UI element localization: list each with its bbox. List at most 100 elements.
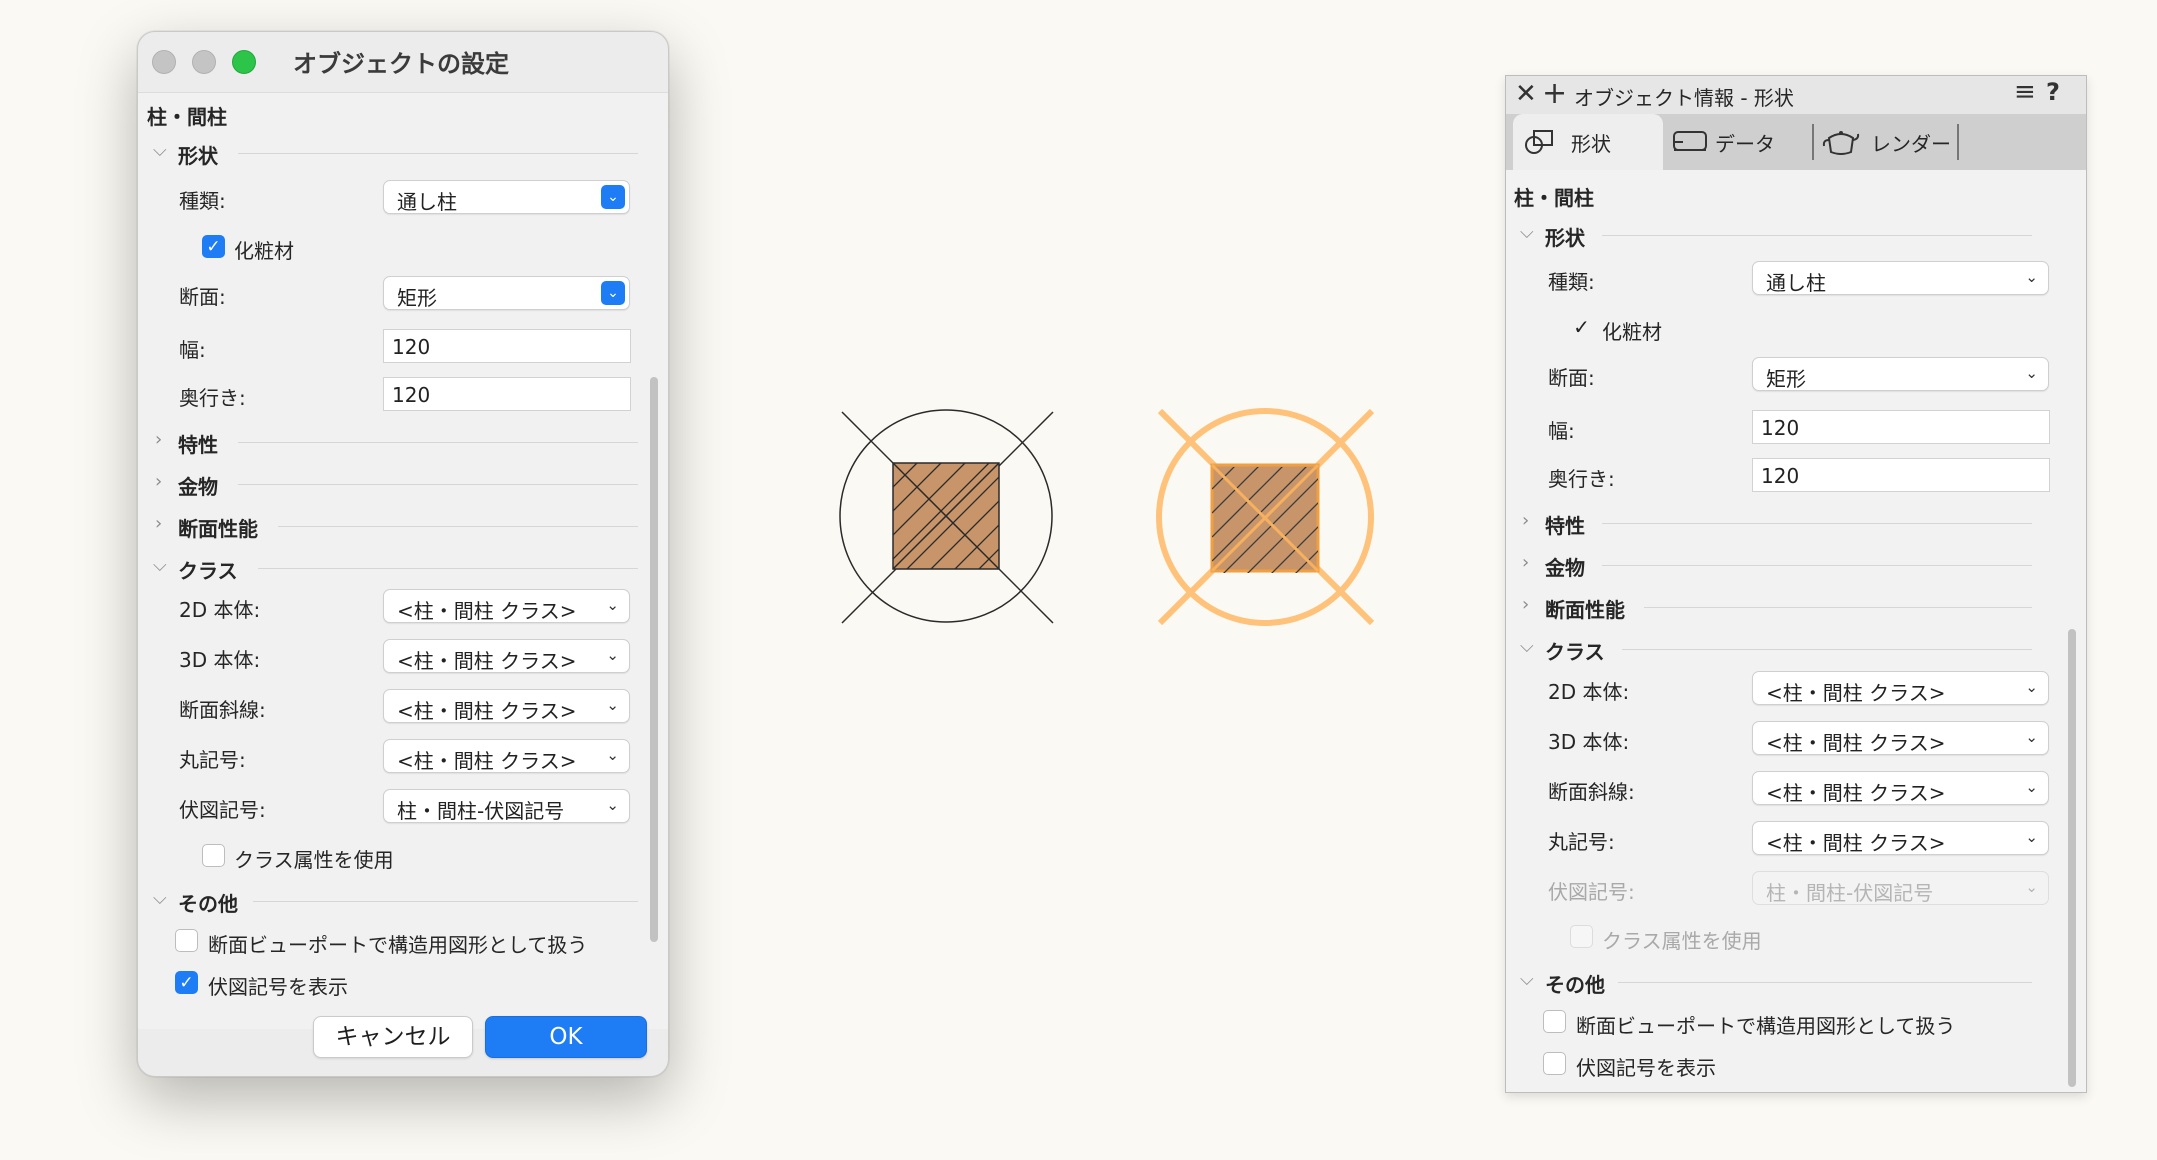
section-shape-header[interactable]: 形状 — [1545, 222, 1585, 251]
chevron-right-icon[interactable]: › — [155, 471, 162, 492]
class-plan-symbol-label: 伏図記号: — [1548, 880, 1635, 904]
use-class-attr-checkbox[interactable] — [202, 844, 225, 867]
use-class-attr-checkbox — [1570, 925, 1593, 948]
help-icon[interactable]: ? — [2046, 78, 2060, 106]
depth-field[interactable]: 120 — [383, 377, 631, 411]
tab-render[interactable]: レンダー — [1815, 114, 1963, 170]
class-circle-value: <柱・間柱 クラス> — [397, 749, 577, 773]
chevron-down-icon[interactable]: ⌵ — [153, 888, 167, 909]
section-class-header[interactable]: クラス — [1545, 636, 1605, 665]
column-symbol-highlighted — [1156, 408, 1375, 626]
class-plan-symbol-select: 柱・間柱-伏図記号 ⌄ — [1752, 871, 2049, 905]
class-2d-select[interactable]: <柱・間柱 クラス> ⌄ — [1752, 671, 2049, 705]
chevron-right-icon[interactable]: › — [1522, 594, 1529, 615]
close-window-button[interactable] — [152, 50, 176, 74]
width-field[interactable]: 120 — [383, 329, 631, 363]
depth-field-value: 120 — [1761, 464, 1800, 488]
use-class-attr-label: クラス属性を使用 — [1602, 929, 1762, 953]
close-icon[interactable]: ✕ — [1515, 79, 1537, 109]
class-plan-symbol-label: 伏図記号: — [179, 798, 266, 822]
palette-tabbar: 形状 データ レンダー — [1506, 114, 2086, 170]
section-hardware-header[interactable]: 金物 — [178, 471, 218, 500]
section-hardware-header[interactable]: 金物 — [1545, 552, 1585, 581]
show-plan-symbol-checkbox[interactable] — [1543, 1052, 1566, 1075]
class-hatch-label: 断面斜線: — [1548, 780, 1635, 804]
ok-button[interactable]: OK — [485, 1016, 647, 1058]
dialog-titlebar: オブジェクトの設定 — [138, 32, 668, 92]
chevron-right-icon[interactable]: › — [1522, 552, 1529, 573]
class-plan-symbol-select[interactable]: 柱・間柱-伏図記号 ⌄ — [383, 789, 630, 823]
chevron-down-icon[interactable]: ⌵ — [153, 555, 167, 576]
finish-checkbox[interactable]: ✓ — [1570, 316, 1593, 339]
structural-checkbox[interactable] — [175, 929, 198, 952]
section-select[interactable]: 矩形 ⌄ — [383, 276, 630, 310]
structural-checkbox[interactable] — [1543, 1010, 1566, 1033]
chevron-right-icon[interactable]: › — [1522, 510, 1529, 531]
chevron-down-icon[interactable]: ⌵ — [1520, 222, 1534, 243]
chevron-down-icon: ⌄ — [606, 596, 619, 614]
chevron-down-icon[interactable]: ⌵ — [1520, 969, 1534, 990]
object-type-label: 柱・間柱 — [1514, 186, 1594, 210]
chevron-down-icon[interactable]: ⌵ — [153, 140, 167, 161]
section-select[interactable]: 矩形 ⌄ — [1752, 357, 2049, 391]
show-plan-symbol-checkbox[interactable]: ✓ — [175, 971, 198, 994]
tab-data[interactable]: データ — [1663, 114, 1813, 170]
class-plan-symbol-value: 柱・間柱-伏図記号 — [397, 799, 565, 823]
structural-label: 断面ビューポートで構造用図形として扱う — [1576, 1014, 1956, 1038]
zoom-window-button[interactable] — [232, 50, 256, 74]
show-plan-symbol-label: 伏図記号を表示 — [1576, 1056, 1716, 1080]
section-properties-header[interactable]: 特性 — [1545, 510, 1585, 539]
menu-icon[interactable]: ≡ — [2014, 77, 2036, 107]
section-divider — [1602, 523, 2032, 524]
class-3d-select[interactable]: <柱・間柱 クラス> ⌄ — [1752, 721, 2049, 755]
class-2d-select[interactable]: <柱・間柱 クラス> ⌄ — [383, 589, 630, 623]
tab-shape[interactable]: 形状 — [1513, 114, 1663, 170]
section-class-header[interactable]: クラス — [178, 555, 238, 584]
class-circle-select[interactable]: <柱・間柱 クラス> ⌄ — [383, 739, 630, 773]
add-icon[interactable]: + — [1542, 76, 1567, 111]
chevron-right-icon[interactable]: › — [155, 429, 162, 450]
section-divider — [238, 442, 638, 443]
section-label: 断面: — [179, 285, 226, 309]
chevron-down-icon: ⌄ — [2025, 678, 2038, 696]
object-type-label: 柱・間柱 — [147, 105, 227, 129]
class-plan-symbol-value: 柱・間柱-伏図記号 — [1766, 881, 1934, 905]
chevron-right-icon[interactable]: › — [155, 513, 162, 534]
type-select[interactable]: 通し柱 ⌄ — [383, 180, 630, 214]
chevron-down-icon: ⌄ — [606, 746, 619, 764]
object-info-palette: ✕ + オブジェクト情報 - 形状 ≡ ? 形状 データ レンダー 柱・間柱 ⌵… — [1505, 75, 2087, 1093]
width-field[interactable]: 120 — [1752, 410, 2050, 444]
class-hatch-select[interactable]: <柱・間柱 クラス> ⌄ — [383, 689, 630, 723]
section-performance-header[interactable]: 断面性能 — [1545, 594, 1625, 623]
chevron-down-icon: ⌄ — [2025, 828, 2038, 846]
section-other-header[interactable]: その他 — [1545, 969, 1605, 998]
section-performance-header[interactable]: 断面性能 — [178, 513, 258, 542]
cancel-button[interactable]: キャンセル — [313, 1016, 473, 1058]
type-select[interactable]: 通し柱 ⌄ — [1752, 261, 2049, 295]
class-hatch-select[interactable]: <柱・間柱 クラス> ⌄ — [1752, 771, 2049, 805]
width-label: 幅: — [1548, 419, 1575, 443]
chevron-down-icon[interactable]: ⌵ — [1520, 636, 1534, 657]
finish-checkbox[interactable]: ✓ — [202, 235, 225, 258]
palette-scrollbar[interactable] — [2068, 629, 2076, 1087]
section-shape-header[interactable]: 形状 — [178, 140, 218, 169]
section-divider — [238, 153, 638, 154]
class-circle-select[interactable]: <柱・間柱 クラス> ⌄ — [1752, 821, 2049, 855]
minimize-window-button[interactable] — [192, 50, 216, 74]
class-2d-value: <柱・間柱 クラス> — [397, 599, 577, 623]
column-symbol-normal — [839, 409, 1054, 624]
type-label: 種類: — [1548, 270, 1595, 294]
palette-content — [1506, 170, 2086, 1092]
depth-field[interactable]: 120 — [1752, 458, 2050, 492]
class-2d-value: <柱・間柱 クラス> — [1766, 681, 1946, 705]
section-divider — [253, 901, 638, 902]
dialog-scrollbar[interactable] — [650, 377, 658, 942]
section-other-header[interactable]: その他 — [178, 888, 238, 917]
data-icon — [1673, 131, 1707, 151]
type-label: 種類: — [179, 189, 226, 213]
width-field-value: 120 — [392, 335, 431, 359]
use-class-attr-label: クラス属性を使用 — [234, 848, 394, 872]
class-3d-select[interactable]: <柱・間柱 クラス> ⌄ — [383, 639, 630, 673]
section-properties-header[interactable]: 特性 — [178, 429, 218, 458]
section-divider — [1602, 235, 2032, 236]
